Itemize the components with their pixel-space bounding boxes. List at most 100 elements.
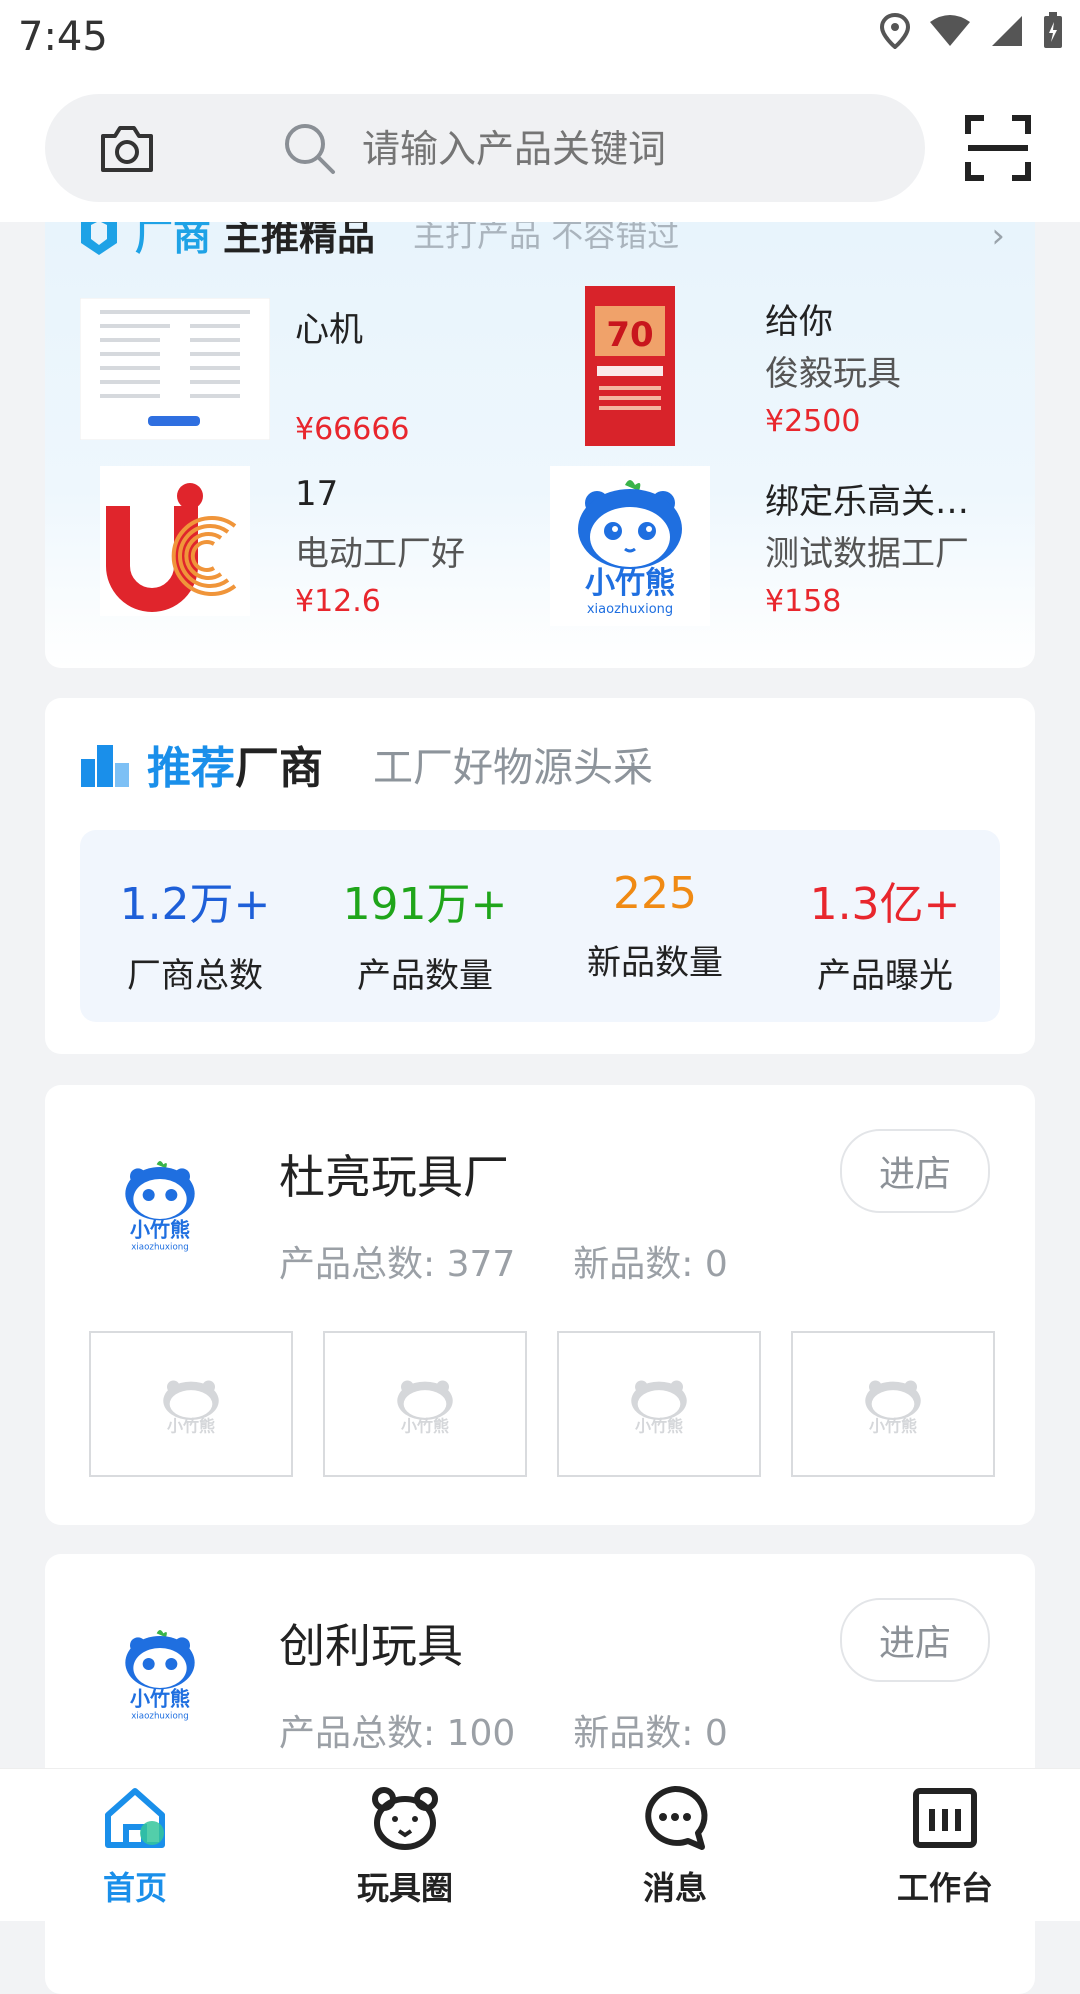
featured-title-accent: 厂商: [135, 222, 212, 259]
product-thumbnail: [80, 294, 270, 444]
stat-products: 191万+ 产品数量: [310, 868, 540, 997]
status-icons: [880, 12, 1064, 50]
shop-meta: 产品总数: 100 新品数: 0: [279, 1704, 728, 1756]
recommend-title: 厂商: [235, 743, 323, 794]
product-item[interactable]: 心机 ¥66666: [80, 294, 550, 454]
stat-exposure: 1.3亿+ 产品曝光: [770, 868, 1000, 997]
enter-shop-button[interactable]: 进店: [840, 1598, 990, 1682]
search-icon: [285, 124, 335, 174]
shop-card[interactable]: 小竹熊 xiaozhuxiong 杜亮玩具厂 产品总数: 377 新品数: 0 进…: [45, 1085, 1035, 1525]
shop-new-count: 新品数: 0: [573, 1713, 728, 1754]
shop-logo-en: xiaozhuxiong: [131, 1712, 188, 1722]
tab-label: 消息: [642, 1869, 707, 1907]
message-icon: [645, 1785, 708, 1850]
recommend-subtitle: 工厂好物源头采: [373, 745, 653, 791]
product-item[interactable]: 小竹熊 xiaozhuxiong 绑定乐高关… 测试数据工厂 ¥158: [550, 466, 1020, 626]
location-icon: [880, 13, 910, 49]
shop-logo: 小竹熊 xiaozhuxiong: [125, 1161, 195, 1253]
scan-icon[interactable]: [964, 114, 1032, 182]
tab-messages[interactable]: 消息: [575, 1783, 775, 1909]
recommend-header: 推荐 厂商 工厂好物源头采: [79, 732, 653, 796]
search-input[interactable]: [360, 124, 844, 174]
product-item[interactable]: 17 电动工厂好 ¥12.6: [80, 466, 550, 626]
stat-value: 1.3亿+: [809, 879, 961, 930]
shop-product-total: 产品总数: 100: [279, 1713, 516, 1754]
product-thumbnail: 小竹熊 xiaozhuxiong: [550, 466, 710, 626]
product-shop: 俊毅玩具: [765, 354, 901, 394]
product-name: 17: [295, 474, 339, 514]
shop-logo: 小竹熊 xiaozhuxiong: [125, 1630, 195, 1722]
shop-name: 杜亮玩具厂: [279, 1150, 509, 1204]
shop-name: 创利玩具: [279, 1619, 463, 1673]
header: [0, 74, 1080, 222]
status-bar: 7:45: [0, 0, 1080, 74]
shop-logo-cn: 小竹熊: [130, 1217, 190, 1241]
signal-icon: [992, 16, 1022, 46]
stats-panel: 1.2万+ 厂商总数 191万+ 产品数量 225 新品数量 1.3亿+ 产品曝…: [80, 830, 1000, 1022]
shop-new-count: 新品数: 0: [573, 1244, 728, 1285]
placeholder-logo-text: 小竹熊: [401, 1417, 449, 1436]
xiaozhuxiong-logo-en: xiaozhuxiong: [587, 602, 673, 617]
product-placeholder[interactable]: 小竹熊: [557, 1331, 761, 1477]
tab-toy-circle[interactable]: 玩具圈: [305, 1783, 505, 1909]
status-time: 7:45: [18, 14, 108, 60]
stat-label: 产品数量: [357, 956, 493, 996]
placeholder-logo-text: 小竹熊: [869, 1417, 917, 1436]
wifi-icon: [930, 15, 970, 46]
battery-icon: [1044, 12, 1062, 48]
xiaozhuxiong-logo-cn: 小竹熊: [585, 566, 675, 601]
search-bar[interactable]: [45, 94, 925, 202]
featured-logo-icon: [81, 222, 117, 255]
recommend-card: 推荐 厂商 工厂好物源头采 1.2万+ 厂商总数 191万+ 产品数量 225 新…: [45, 698, 1035, 1054]
home-icon: [105, 1788, 165, 1848]
stat-label: 厂商总数: [127, 956, 263, 996]
svg-text:70: 70: [606, 315, 653, 355]
shop-logo-cn: 小竹熊: [130, 1686, 190, 1710]
featured-products-card: 厂商 主推精品 主打产品 不容错过 › 心机 ¥66666 70 给你 俊毅玩具 …: [45, 222, 1035, 668]
bear-icon: [372, 1787, 438, 1850]
product-placeholder[interactable]: 小竹熊: [89, 1331, 293, 1477]
uc-logo: [100, 466, 250, 616]
stat-label: 产品曝光: [817, 956, 953, 996]
chevron-right-icon[interactable]: ›: [991, 222, 1005, 256]
product-shop: 电动工厂好: [295, 534, 465, 574]
xiaozhuxiong-logo: 小竹熊 xiaozhuxiong: [578, 480, 682, 617]
stat-label: 新品数量: [587, 943, 723, 983]
shop-meta: 产品总数: 377 新品数: 0: [279, 1235, 728, 1287]
product-price: ¥66666: [295, 412, 410, 447]
building-icon: [81, 745, 129, 787]
stat-manufacturers: 1.2万+ 厂商总数: [80, 868, 310, 997]
camera-icon[interactable]: [97, 120, 157, 176]
dashboard-icon: [913, 1788, 977, 1848]
product-price: ¥12.6: [295, 584, 381, 619]
product-thumbnail: [80, 466, 270, 616]
placeholder-logo-text: 小竹熊: [167, 1417, 215, 1436]
featured-subtitle: 主打产品 不容错过: [413, 222, 680, 254]
stat-value: 191万+: [342, 879, 508, 930]
stat-value: 1.2万+: [119, 879, 271, 930]
stat-value: 225: [613, 868, 697, 919]
shop-logo-en: xiaozhuxiong: [131, 1243, 188, 1253]
tab-label: 工作台: [896, 1869, 993, 1907]
tab-workbench[interactable]: 工作台: [845, 1783, 1045, 1909]
shop-product-thumbnails: 小竹熊 小竹熊 小竹熊 小竹熊: [89, 1331, 995, 1477]
tab-label: 玩具圈: [356, 1869, 453, 1907]
product-placeholder[interactable]: 小竹熊: [323, 1331, 527, 1477]
recommend-title-accent: 推荐: [147, 743, 235, 794]
enter-shop-button[interactable]: 进店: [840, 1129, 990, 1213]
shop-product-total: 产品总数: 377: [279, 1244, 516, 1285]
featured-header: 厂商 主推精品 主打产品 不容错过: [75, 222, 680, 259]
product-name: 心机: [295, 310, 363, 350]
bottom-tab-bar: 首页 玩具圈 消息 工作台: [0, 1768, 1080, 1921]
product-name: 给你: [765, 302, 833, 342]
product-item[interactable]: 70 给你 俊毅玩具 ¥2500: [550, 286, 1020, 446]
tab-home[interactable]: 首页: [35, 1783, 235, 1909]
product-price: ¥158: [765, 584, 842, 619]
product-placeholder[interactable]: 小竹熊: [791, 1331, 995, 1477]
featured-title: 主推精品: [223, 222, 376, 259]
product-shop: 测试数据工厂: [765, 534, 969, 574]
product-thumbnail: 70: [550, 286, 710, 446]
placeholder-logo-text: 小竹熊: [635, 1417, 683, 1436]
product-price: ¥2500: [765, 404, 861, 439]
stat-new-products: 225 新品数量: [540, 868, 770, 984]
